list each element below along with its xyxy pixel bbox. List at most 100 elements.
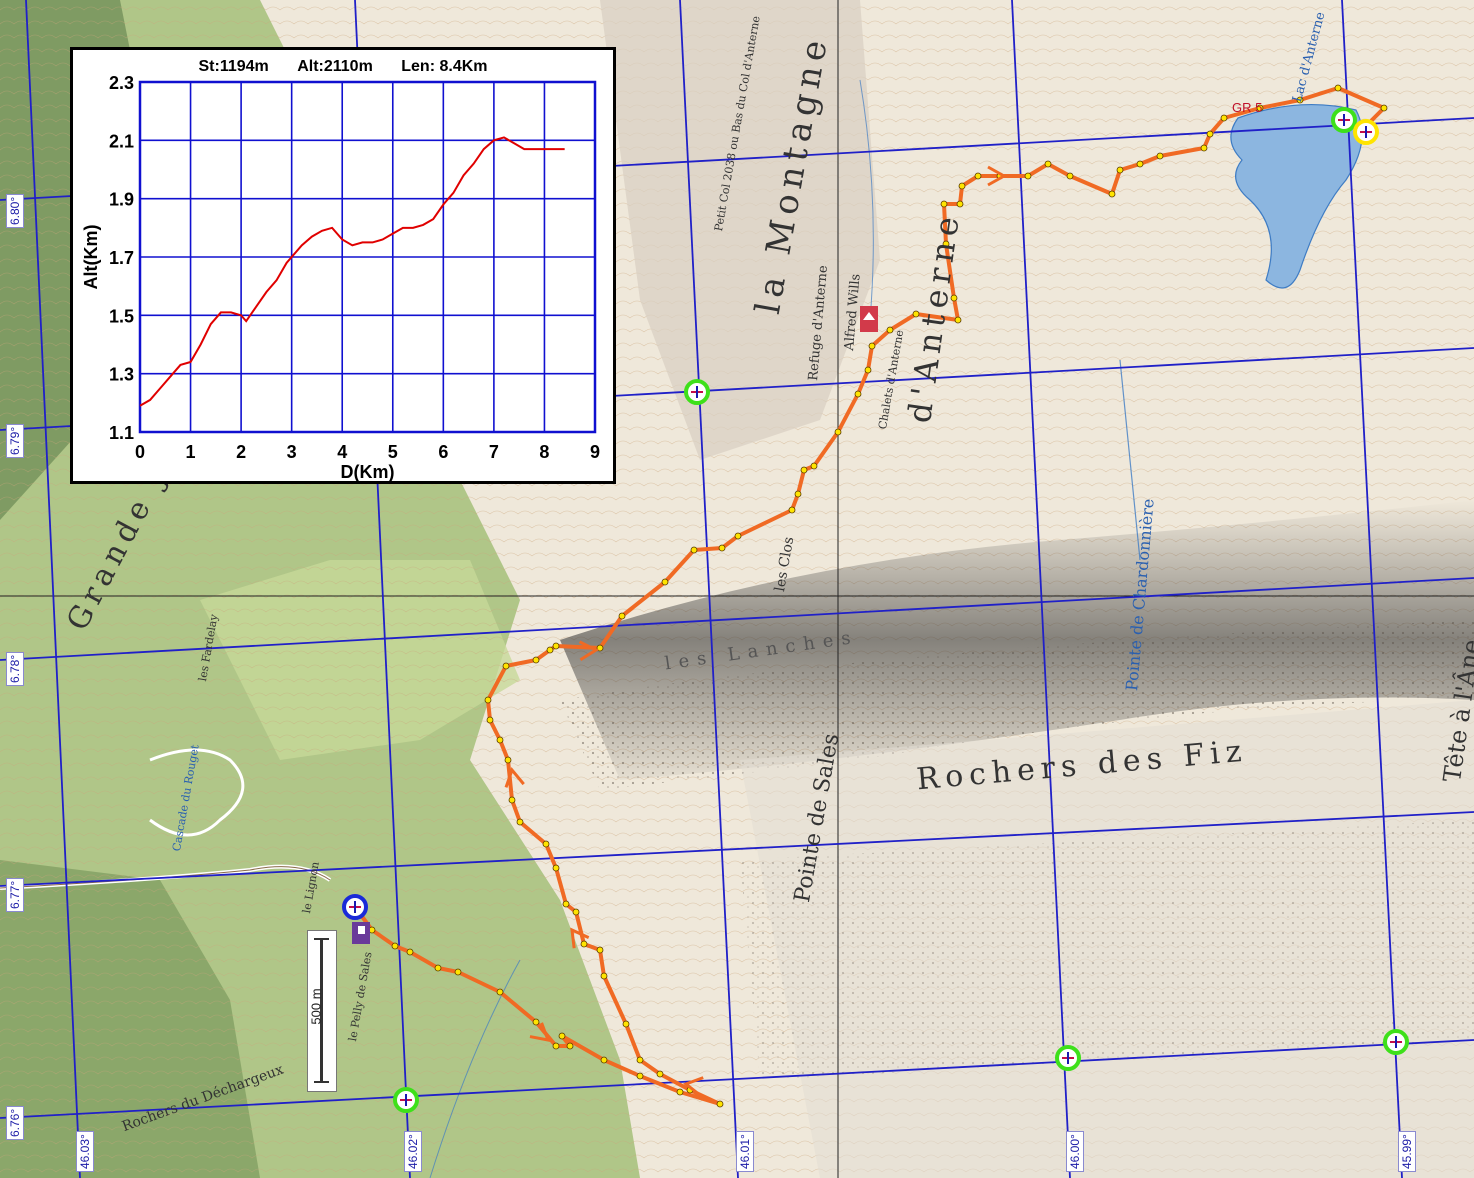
track-waypoint [810, 462, 818, 470]
track-waypoint [1220, 114, 1228, 122]
track-waypoint [580, 940, 588, 948]
track-waypoint [504, 756, 512, 764]
track-waypoint [1156, 152, 1164, 160]
elevation-profile-chart: 0 1 2 3 4 5 6 7 8 9 1.1 1.3 1.5 1.7 1.9 2.1 2.3 D(Km) Alt(… [81, 73, 600, 481]
track-waypoint [1044, 160, 1052, 168]
track-waypoint [636, 1056, 644, 1064]
x-tick-label: 7 [489, 442, 499, 462]
track-waypoint [484, 696, 492, 704]
track-waypoint [572, 908, 580, 916]
track-waypoint [558, 1032, 566, 1040]
track-waypoint [954, 316, 962, 324]
track-waypoint [486, 716, 494, 724]
scale-bar-tick [314, 938, 329, 940]
track-waypoint [552, 1042, 560, 1050]
track-waypoint [940, 200, 948, 208]
x-tick-label: 5 [388, 442, 398, 462]
track-waypoint [622, 1020, 630, 1028]
track-waypoint [434, 964, 442, 972]
track-waypoint [406, 948, 414, 956]
x-tick-label: 1 [186, 442, 196, 462]
track-waypoint [854, 390, 862, 398]
latitude-label: 46.00° [1066, 1131, 1084, 1172]
track-waypoint [676, 1088, 684, 1096]
grid-marker [1331, 107, 1357, 133]
track-waypoint [1024, 172, 1032, 180]
track-waypoint [546, 646, 554, 654]
track-waypoint [566, 1042, 574, 1050]
track-waypoint [562, 900, 570, 908]
parking-sign-letter [358, 926, 365, 934]
track-waypoint [1108, 190, 1116, 198]
track-waypoint [690, 546, 698, 554]
y-tick-label: 1.5 [109, 306, 134, 326]
track-waypoint [596, 946, 604, 954]
track-waypoint [600, 1056, 608, 1064]
track-waypoint [834, 428, 842, 436]
track-waypoint [1334, 84, 1342, 92]
track-waypoint [661, 578, 669, 586]
x-tick-label: 3 [287, 442, 297, 462]
track-waypoint [788, 506, 796, 514]
track-waypoint [794, 490, 802, 498]
track-waypoint [552, 864, 560, 872]
track-waypoint [1116, 166, 1124, 174]
y-axis-label: Alt(Km) [81, 225, 101, 290]
track-waypoint [656, 1070, 664, 1078]
track-waypoint [1206, 130, 1214, 138]
track-waypoint [542, 840, 550, 848]
track-waypoint [974, 172, 982, 180]
grid-marker [1383, 1029, 1409, 1055]
longitude-label: 6.80° [6, 193, 24, 228]
latitude-label: 46.02° [404, 1131, 422, 1172]
x-tick-label: 8 [539, 442, 549, 462]
track-waypoint [618, 612, 626, 620]
scale-bar-tick [314, 1081, 329, 1083]
track-waypoint [532, 1018, 540, 1026]
track-waypoint [502, 662, 510, 670]
y-tick-label: 2.3 [109, 73, 134, 93]
x-tick-label: 9 [590, 442, 600, 462]
y-tick-label: 1.9 [109, 190, 134, 210]
refuge-icon [860, 306, 878, 332]
track-waypoint [868, 342, 876, 350]
scale-bar-label: 500 m [308, 988, 324, 1025]
x-axis-label: D(Km) [341, 462, 395, 481]
track-waypoint [1066, 172, 1074, 180]
track-waypoint [454, 968, 462, 976]
longitude-label: 6.78° [6, 651, 24, 686]
track-waypoint [800, 466, 808, 474]
track-waypoint [1136, 160, 1144, 168]
track-waypoint [516, 818, 524, 826]
longitude-label: 6.76° [6, 1105, 24, 1140]
grid-marker [1055, 1045, 1081, 1071]
grid-marker [684, 379, 710, 405]
elevation-line [139, 136, 565, 407]
grid-marker [393, 1087, 419, 1113]
track-waypoint [716, 1100, 724, 1108]
y-tick-label: 1.7 [109, 248, 134, 268]
trail-label: GR 5 [1232, 100, 1263, 115]
track-waypoint [956, 200, 964, 208]
longitude-label: 6.77° [6, 877, 24, 912]
x-tick-label: 4 [337, 442, 347, 462]
track-waypoint [734, 532, 742, 540]
track-waypoint [532, 656, 540, 664]
y-tick-label: 1.1 [109, 423, 134, 443]
elevation-profile-panel: St:1194m Alt:2110m Len: 8.4Km 0123456789… [70, 47, 616, 484]
y-tick-label: 2.1 [109, 131, 134, 151]
track-waypoint [552, 642, 560, 650]
latitude-label: 45.99° [1398, 1131, 1416, 1172]
track-waypoint [1380, 104, 1388, 112]
track-waypoint [718, 544, 726, 552]
track-waypoint [508, 796, 516, 804]
scale-bar: 500 m [307, 930, 337, 1092]
track-waypoint [958, 182, 966, 190]
topographic-map[interactable]: 6.80° 6.79° 6.78° 6.77° 6.76° 46.03° 46.… [0, 0, 1474, 1178]
track-waypoint [864, 366, 872, 374]
end-marker [1353, 119, 1379, 145]
x-tick-label: 2 [236, 442, 246, 462]
track-waypoint [600, 972, 608, 980]
latitude-label: 46.01° [736, 1131, 754, 1172]
x-tick-label: 0 [135, 442, 145, 462]
